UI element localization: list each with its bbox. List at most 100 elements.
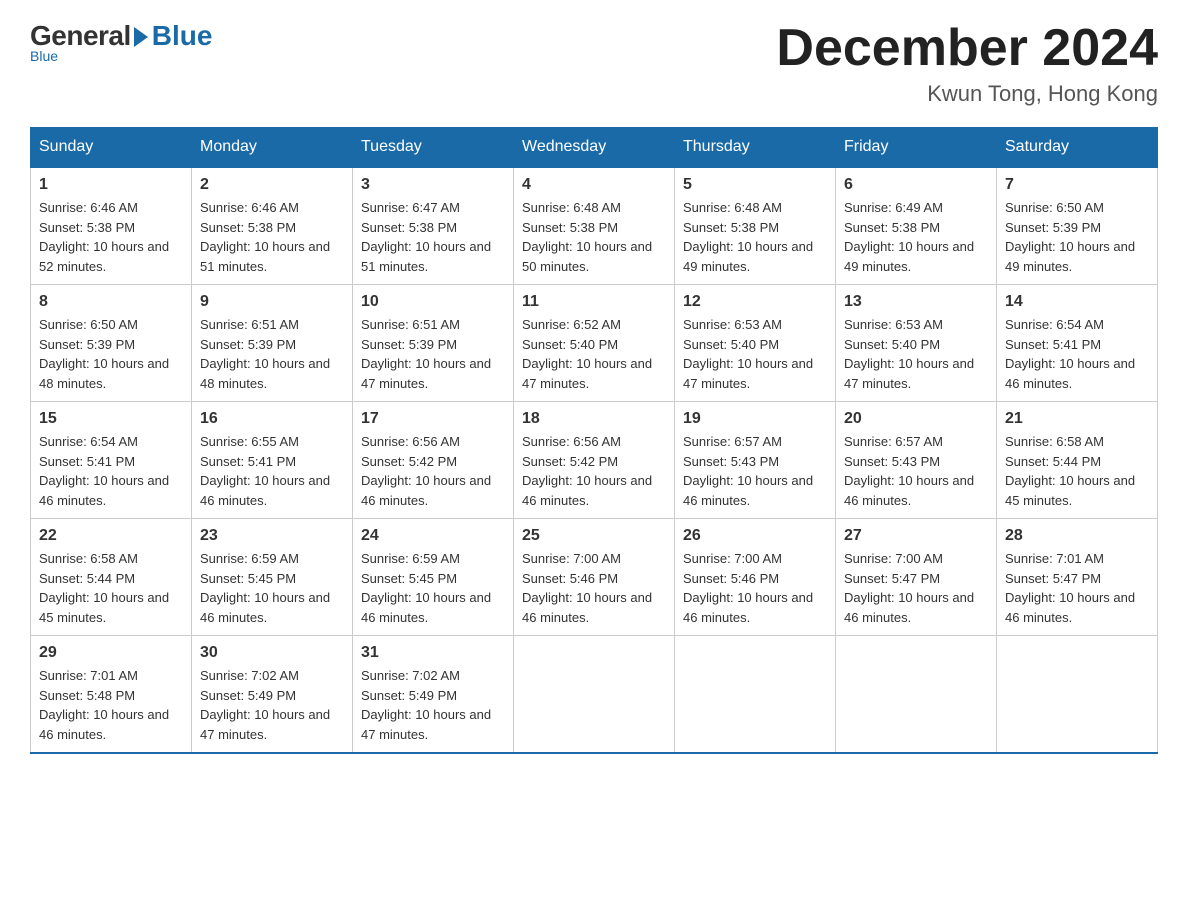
day-cell — [997, 636, 1158, 754]
day-number: 28 — [1005, 527, 1149, 545]
day-number: 11 — [522, 293, 666, 311]
day-cell: 5 Sunrise: 6:48 AMSunset: 5:38 PMDayligh… — [675, 167, 836, 285]
day-cell: 13 Sunrise: 6:53 AMSunset: 5:40 PMDaylig… — [836, 285, 997, 402]
day-cell: 30 Sunrise: 7:02 AMSunset: 5:49 PMDaylig… — [192, 636, 353, 754]
header-row: SundayMondayTuesdayWednesdayThursdayFrid… — [31, 128, 1158, 168]
day-cell: 1 Sunrise: 6:46 AMSunset: 5:38 PMDayligh… — [31, 167, 192, 285]
header-cell-thursday: Thursday — [675, 128, 836, 168]
day-info: Sunrise: 6:46 AMSunset: 5:38 PMDaylight:… — [200, 200, 330, 274]
week-row-5: 29 Sunrise: 7:01 AMSunset: 5:48 PMDaylig… — [31, 636, 1158, 754]
logo-arrow-icon — [134, 27, 148, 47]
day-cell: 12 Sunrise: 6:53 AMSunset: 5:40 PMDaylig… — [675, 285, 836, 402]
day-number: 7 — [1005, 176, 1149, 194]
day-cell: 9 Sunrise: 6:51 AMSunset: 5:39 PMDayligh… — [192, 285, 353, 402]
header-cell-saturday: Saturday — [997, 128, 1158, 168]
day-info: Sunrise: 6:46 AMSunset: 5:38 PMDaylight:… — [39, 200, 169, 274]
day-cell — [675, 636, 836, 754]
day-number: 4 — [522, 176, 666, 194]
week-row-2: 8 Sunrise: 6:50 AMSunset: 5:39 PMDayligh… — [31, 285, 1158, 402]
day-cell: 19 Sunrise: 6:57 AMSunset: 5:43 PMDaylig… — [675, 402, 836, 519]
week-row-3: 15 Sunrise: 6:54 AMSunset: 5:41 PMDaylig… — [31, 402, 1158, 519]
day-number: 24 — [361, 527, 505, 545]
day-cell: 3 Sunrise: 6:47 AMSunset: 5:38 PMDayligh… — [353, 167, 514, 285]
day-cell: 22 Sunrise: 6:58 AMSunset: 5:44 PMDaylig… — [31, 519, 192, 636]
day-info: Sunrise: 6:47 AMSunset: 5:38 PMDaylight:… — [361, 200, 491, 274]
day-number: 3 — [361, 176, 505, 194]
day-info: Sunrise: 6:50 AMSunset: 5:39 PMDaylight:… — [1005, 200, 1135, 274]
day-cell: 23 Sunrise: 6:59 AMSunset: 5:45 PMDaylig… — [192, 519, 353, 636]
day-number: 13 — [844, 293, 988, 311]
day-number: 21 — [1005, 410, 1149, 428]
day-info: Sunrise: 6:57 AMSunset: 5:43 PMDaylight:… — [683, 434, 813, 508]
day-cell: 17 Sunrise: 6:56 AMSunset: 5:42 PMDaylig… — [353, 402, 514, 519]
day-number: 29 — [39, 644, 183, 662]
day-number: 15 — [39, 410, 183, 428]
title-section: December 2024 Kwun Tong, Hong Kong — [776, 20, 1158, 107]
location-subtitle: Kwun Tong, Hong Kong — [776, 81, 1158, 107]
day-number: 30 — [200, 644, 344, 662]
day-cell: 6 Sunrise: 6:49 AMSunset: 5:38 PMDayligh… — [836, 167, 997, 285]
day-info: Sunrise: 7:01 AMSunset: 5:48 PMDaylight:… — [39, 668, 169, 742]
day-number: 6 — [844, 176, 988, 194]
day-cell: 29 Sunrise: 7:01 AMSunset: 5:48 PMDaylig… — [31, 636, 192, 754]
header-cell-tuesday: Tuesday — [353, 128, 514, 168]
day-number: 17 — [361, 410, 505, 428]
day-number: 26 — [683, 527, 827, 545]
calendar-table: SundayMondayTuesdayWednesdayThursdayFrid… — [30, 127, 1158, 754]
day-cell — [514, 636, 675, 754]
day-info: Sunrise: 6:51 AMSunset: 5:39 PMDaylight:… — [200, 317, 330, 391]
day-cell: 31 Sunrise: 7:02 AMSunset: 5:49 PMDaylig… — [353, 636, 514, 754]
day-cell: 25 Sunrise: 7:00 AMSunset: 5:46 PMDaylig… — [514, 519, 675, 636]
day-cell: 28 Sunrise: 7:01 AMSunset: 5:47 PMDaylig… — [997, 519, 1158, 636]
day-info: Sunrise: 7:00 AMSunset: 5:47 PMDaylight:… — [844, 551, 974, 625]
day-info: Sunrise: 6:56 AMSunset: 5:42 PMDaylight:… — [522, 434, 652, 508]
day-cell: 15 Sunrise: 6:54 AMSunset: 5:41 PMDaylig… — [31, 402, 192, 519]
day-info: Sunrise: 6:52 AMSunset: 5:40 PMDaylight:… — [522, 317, 652, 391]
day-info: Sunrise: 6:59 AMSunset: 5:45 PMDaylight:… — [361, 551, 491, 625]
day-cell: 11 Sunrise: 6:52 AMSunset: 5:40 PMDaylig… — [514, 285, 675, 402]
day-info: Sunrise: 7:00 AMSunset: 5:46 PMDaylight:… — [522, 551, 652, 625]
day-info: Sunrise: 7:02 AMSunset: 5:49 PMDaylight:… — [361, 668, 491, 742]
logo: General Blue Blue — [30, 20, 212, 64]
day-number: 9 — [200, 293, 344, 311]
day-info: Sunrise: 7:01 AMSunset: 5:47 PMDaylight:… — [1005, 551, 1135, 625]
day-number: 12 — [683, 293, 827, 311]
week-row-1: 1 Sunrise: 6:46 AMSunset: 5:38 PMDayligh… — [31, 167, 1158, 285]
header-cell-friday: Friday — [836, 128, 997, 168]
logo-blue-text: Blue — [152, 20, 213, 52]
header-cell-monday: Monday — [192, 128, 353, 168]
day-info: Sunrise: 7:02 AMSunset: 5:49 PMDaylight:… — [200, 668, 330, 742]
day-info: Sunrise: 6:59 AMSunset: 5:45 PMDaylight:… — [200, 551, 330, 625]
day-number: 27 — [844, 527, 988, 545]
day-number: 18 — [522, 410, 666, 428]
day-cell: 2 Sunrise: 6:46 AMSunset: 5:38 PMDayligh… — [192, 167, 353, 285]
day-cell: 21 Sunrise: 6:58 AMSunset: 5:44 PMDaylig… — [997, 402, 1158, 519]
day-number: 14 — [1005, 293, 1149, 311]
day-info: Sunrise: 6:54 AMSunset: 5:41 PMDaylight:… — [39, 434, 169, 508]
day-info: Sunrise: 6:56 AMSunset: 5:42 PMDaylight:… — [361, 434, 491, 508]
day-cell: 4 Sunrise: 6:48 AMSunset: 5:38 PMDayligh… — [514, 167, 675, 285]
day-info: Sunrise: 6:57 AMSunset: 5:43 PMDaylight:… — [844, 434, 974, 508]
header-cell-sunday: Sunday — [31, 128, 192, 168]
day-info: Sunrise: 6:53 AMSunset: 5:40 PMDaylight:… — [683, 317, 813, 391]
day-info: Sunrise: 6:48 AMSunset: 5:38 PMDaylight:… — [683, 200, 813, 274]
day-cell: 26 Sunrise: 7:00 AMSunset: 5:46 PMDaylig… — [675, 519, 836, 636]
day-info: Sunrise: 6:53 AMSunset: 5:40 PMDaylight:… — [844, 317, 974, 391]
day-cell: 20 Sunrise: 6:57 AMSunset: 5:43 PMDaylig… — [836, 402, 997, 519]
day-info: Sunrise: 6:51 AMSunset: 5:39 PMDaylight:… — [361, 317, 491, 391]
day-number: 2 — [200, 176, 344, 194]
day-number: 23 — [200, 527, 344, 545]
day-cell: 8 Sunrise: 6:50 AMSunset: 5:39 PMDayligh… — [31, 285, 192, 402]
day-number: 16 — [200, 410, 344, 428]
day-number: 20 — [844, 410, 988, 428]
day-cell: 27 Sunrise: 7:00 AMSunset: 5:47 PMDaylig… — [836, 519, 997, 636]
day-info: Sunrise: 6:58 AMSunset: 5:44 PMDaylight:… — [1005, 434, 1135, 508]
day-info: Sunrise: 6:50 AMSunset: 5:39 PMDaylight:… — [39, 317, 169, 391]
day-info: Sunrise: 6:58 AMSunset: 5:44 PMDaylight:… — [39, 551, 169, 625]
header-cell-wednesday: Wednesday — [514, 128, 675, 168]
week-row-4: 22 Sunrise: 6:58 AMSunset: 5:44 PMDaylig… — [31, 519, 1158, 636]
day-number: 31 — [361, 644, 505, 662]
day-cell: 16 Sunrise: 6:55 AMSunset: 5:41 PMDaylig… — [192, 402, 353, 519]
day-cell: 14 Sunrise: 6:54 AMSunset: 5:41 PMDaylig… — [997, 285, 1158, 402]
day-cell: 24 Sunrise: 6:59 AMSunset: 5:45 PMDaylig… — [353, 519, 514, 636]
